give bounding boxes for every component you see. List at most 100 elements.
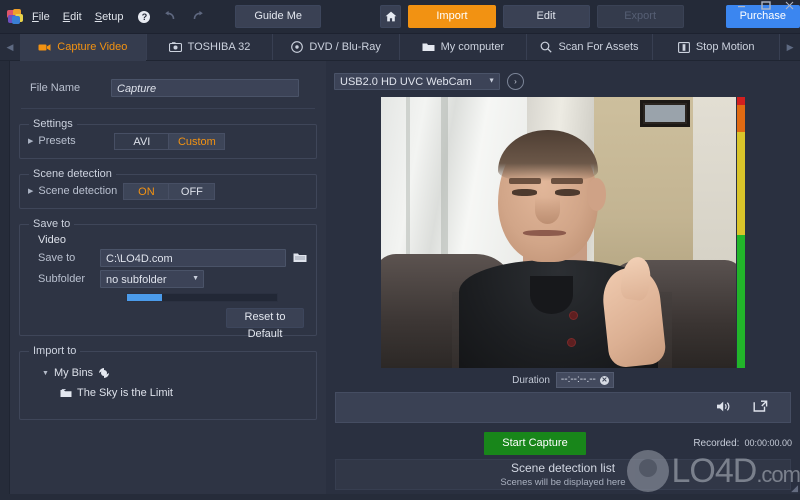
recorded-status: Recorded: 00:00:00.00 bbox=[693, 438, 792, 449]
menu-setup[interactable]: Setup bbox=[94, 9, 125, 25]
scene-detection-on[interactable]: ON bbox=[123, 182, 170, 200]
undo-icon[interactable] bbox=[164, 10, 177, 23]
fullscreen-button[interactable] bbox=[753, 400, 768, 416]
bins-refresh-icon[interactable] bbox=[98, 367, 110, 379]
expand-triangle-icon[interactable]: ▶ bbox=[28, 188, 33, 195]
preset-option-custom[interactable]: Custom bbox=[169, 132, 226, 150]
disk-space-progress-fill bbox=[127, 294, 162, 301]
presets-row: ▶ Presets AVI Custom bbox=[28, 131, 308, 151]
tab-my-computer-label: My computer bbox=[440, 41, 505, 53]
scene-list-title: Scene detection list bbox=[510, 461, 616, 475]
tab-toshiba-32-label: TOSHIBA 32 bbox=[187, 41, 251, 53]
player-toolbar bbox=[335, 392, 791, 423]
disk-space-progress bbox=[126, 293, 278, 302]
tab-dvd-bluray[interactable]: DVD / Blu-Ray bbox=[273, 34, 401, 60]
reset-row: Reset to Default bbox=[28, 302, 308, 340]
tab-toshiba-32[interactable]: TOSHIBA 32 bbox=[147, 34, 274, 60]
tab-stop-motion[interactable]: Stop Motion bbox=[653, 34, 781, 60]
device-settings-button[interactable]: › bbox=[507, 72, 524, 90]
webcam-image bbox=[381, 97, 736, 368]
recorded-value: 00:00:00.00 bbox=[744, 438, 792, 448]
capture-row: Start Capture Recorded: 00:00:00.00 bbox=[326, 428, 800, 459]
file-name-input[interactable]: Capture bbox=[111, 79, 299, 97]
volume-button[interactable] bbox=[716, 400, 731, 416]
maximize-icon bbox=[760, 1, 771, 10]
save-to-group: Save to Video Save to C:\LO4D.com Subfol… bbox=[19, 218, 317, 340]
reset-to-default-button[interactable]: Reset to Default bbox=[226, 308, 304, 340]
bin-label: The Sky is the Limit bbox=[77, 387, 173, 399]
subfolder-row: Subfolder no subfolder ▼ bbox=[28, 268, 308, 289]
chevron-down-icon: ▼ bbox=[488, 77, 495, 85]
preset-option-avi[interactable]: AVI bbox=[114, 132, 170, 150]
redo-icon[interactable] bbox=[191, 10, 204, 23]
video-preview[interactable] bbox=[381, 97, 736, 368]
tab-my-computer[interactable]: My computer bbox=[400, 34, 527, 60]
folder-icon bbox=[422, 42, 435, 52]
home-icon bbox=[385, 11, 397, 22]
bin-icon bbox=[60, 388, 72, 398]
scene-list-subtitle: Scenes will be displayed here bbox=[500, 477, 626, 488]
scene-detection-row: ▶ Scene detection ON OFF bbox=[28, 181, 308, 201]
pinnacle-studio-window: File Edit Setup ? Guide Me Import Edit E… bbox=[0, 0, 800, 500]
tab-capture-video[interactable]: Capture Video bbox=[20, 34, 147, 61]
settings-group: Settings ▶ Presets AVI Custom bbox=[19, 118, 317, 159]
save-path-input[interactable]: C:\LO4D.com bbox=[100, 248, 286, 267]
device-row: USB2.0 HD UVC WebCam ▼ › bbox=[326, 61, 800, 95]
vu-segment-yellow bbox=[737, 132, 745, 236]
home-button[interactable] bbox=[379, 5, 402, 28]
fullscreen-icon bbox=[753, 400, 768, 412]
guide-me-button[interactable]: Guide Me bbox=[235, 5, 321, 28]
clear-icon[interactable]: ✕ bbox=[599, 375, 609, 385]
menu-edit-rest: dit bbox=[70, 10, 82, 23]
save-to-subhead-video: Video bbox=[38, 234, 66, 246]
tree-item-my-bins[interactable]: ▼ My Bins bbox=[28, 363, 308, 383]
scene-detection-group: Scene detection ▶ Scene detection ON OFF bbox=[19, 168, 317, 209]
resize-grip[interactable]: ◢ bbox=[788, 483, 798, 493]
disc-icon bbox=[291, 41, 304, 53]
close-button[interactable] bbox=[783, 1, 796, 14]
capture-settings-panel: File Name Capture Settings ▶ Presets AVI… bbox=[10, 61, 326, 494]
redo-glyph bbox=[194, 10, 204, 20]
folder-browse-icon[interactable] bbox=[292, 251, 307, 265]
duration-input[interactable]: --:--:--.-- ✕ bbox=[555, 372, 614, 388]
tab-dvd-bluray-label: DVD / Blu-Ray bbox=[309, 41, 381, 53]
file-name-row: File Name Capture bbox=[19, 61, 317, 103]
expand-triangle-icon[interactable]: ▶ bbox=[28, 138, 33, 145]
tabs-scroll-right-button[interactable]: ▶ bbox=[780, 34, 800, 60]
vu-segment-green bbox=[737, 235, 745, 368]
tab-stop-motion-label: Stop Motion bbox=[695, 41, 755, 53]
scene-detection-off[interactable]: OFF bbox=[169, 182, 216, 200]
menu-edit[interactable]: Edit bbox=[62, 9, 83, 25]
minimize-button[interactable] bbox=[735, 1, 748, 14]
capture-device-select[interactable]: USB2.0 HD UVC WebCam ▼ bbox=[334, 72, 500, 90]
tree-item-bin[interactable]: The Sky is the Limit bbox=[28, 383, 308, 403]
edit-button[interactable]: Edit bbox=[502, 5, 590, 28]
tabs-scroll-left-button[interactable]: ◀ bbox=[0, 34, 20, 60]
left-panel-collapse-strip[interactable] bbox=[0, 61, 10, 494]
maximize-button[interactable] bbox=[759, 1, 772, 14]
menu: File Edit Setup ? bbox=[31, 9, 204, 25]
tab-scan-for-assets[interactable]: Scan For Assets bbox=[527, 34, 654, 60]
menu-file-rest: ile bbox=[38, 10, 50, 23]
help-icon[interactable]: ? bbox=[138, 10, 151, 23]
window-controls bbox=[735, 1, 796, 14]
vu-segment-red bbox=[737, 97, 745, 106]
status-strip bbox=[0, 494, 800, 500]
undo-glyph bbox=[165, 10, 175, 20]
divider bbox=[21, 108, 315, 109]
collapse-triangle-icon[interactable]: ▼ bbox=[42, 370, 49, 377]
subfolder-select[interactable]: no subfolder ▼ bbox=[100, 269, 204, 288]
close-icon bbox=[785, 1, 794, 10]
title-menu-bar: File Edit Setup ? Guide Me Import Edit E… bbox=[0, 0, 800, 34]
duration-label: Duration bbox=[512, 374, 550, 386]
tab-capture-video-label: Capture Video bbox=[57, 41, 128, 53]
export-button: Export bbox=[596, 5, 684, 28]
tab-scan-for-assets-label: Scan For Assets bbox=[558, 41, 639, 53]
save-path-label: Save to bbox=[38, 251, 76, 264]
import-button[interactable]: Import bbox=[408, 5, 496, 28]
menu-file[interactable]: File bbox=[31, 9, 51, 25]
start-capture-button[interactable]: Start Capture bbox=[484, 432, 586, 455]
scene-detection-list[interactable]: Scene detection list Scenes will be disp… bbox=[335, 459, 791, 490]
source-tab-bar: ◀ Capture Video TOSHIBA 32 DVD / Blu-Ray… bbox=[0, 34, 800, 61]
recorded-label: Recorded: bbox=[693, 438, 740, 449]
